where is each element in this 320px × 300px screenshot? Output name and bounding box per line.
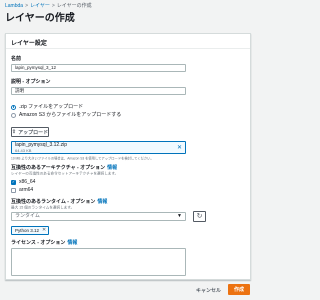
license-label-text: ライセンス - オプション [11, 240, 66, 246]
checkbox-x86-64-label: x86_64 [19, 179, 36, 185]
runtime-token: Python 3.12 ✕ [11, 226, 50, 235]
checkbox-unchecked-icon [11, 187, 16, 193]
breadcrumb: Lambda > レイヤー > レイヤーの作成 [5, 3, 92, 9]
runtime-token-label: Python 3.12 [15, 228, 40, 233]
breadcrumb-current: レイヤーの作成 [56, 3, 92, 9]
page-title: レイヤーの作成 [5, 13, 75, 24]
architectures-hint: レイヤーの互換性のある命令セットアーキテクチャを選択します。 [11, 171, 119, 176]
upload-icon: ⇪ [11, 129, 17, 135]
license-label: ライセンス - オプション 情報 [11, 240, 77, 246]
radio-zip-label: .zip ファイルをアップロード [19, 104, 84, 110]
radio-unselected-icon [11, 112, 16, 118]
upload-button-label: アップロード [18, 129, 49, 136]
radio-s3-label: Amazon S3 からファイルをアップロードする [19, 112, 122, 118]
checkbox-checked-icon: ✓ [11, 179, 16, 185]
layer-settings-panel: レイヤー設定 名前 lapin_pymysql_3_12 説明 - オプション … [5, 33, 251, 280]
panel-title: レイヤー設定 [6, 34, 250, 49]
breadcrumb-layers[interactable]: レイヤー [30, 3, 50, 9]
checkbox-x86-64[interactable]: ✓ x86_64 [11, 179, 35, 185]
breadcrumb-separator: > [51, 3, 55, 9]
cancel-button[interactable]: キャンセル [196, 288, 221, 294]
name-label: 名前 [11, 56, 22, 62]
license-info-link[interactable]: 情報 [67, 240, 77, 246]
checkbox-arm64[interactable]: arm64 [11, 187, 33, 193]
caret-down-icon: ▼ [177, 213, 182, 219]
description-input[interactable]: 説明 [11, 87, 186, 95]
file-size: 64.43 KB [15, 148, 32, 153]
radio-selected-icon [11, 104, 16, 110]
create-button[interactable]: 作成 [228, 284, 250, 295]
refresh-icon: ↻ [196, 213, 203, 220]
breadcrumb-separator: > [25, 3, 28, 9]
upload-button[interactable]: ⇪ アップロード [11, 127, 49, 137]
close-icon[interactable]: ✕ [177, 145, 182, 151]
radio-zip-upload[interactable]: .zip ファイルをアップロード [11, 104, 83, 110]
runtime-select[interactable]: ランタイム ▼ [11, 212, 186, 221]
breadcrumb-lambda[interactable]: Lambda [5, 3, 23, 9]
uploaded-file-card: lapin_pymysql_3.12.zip 64.43 KB ✕ [11, 141, 186, 154]
radio-s3-upload[interactable]: Amazon S3 からファイルをアップロードする [11, 112, 121, 118]
runtimes-hint: 最大 15 個のランタイムを選択します。 [11, 205, 75, 210]
description-label: 説明 - オプション [11, 79, 51, 85]
refresh-button[interactable]: ↻ [193, 211, 206, 222]
runtimes-info-link[interactable]: 情報 [97, 199, 107, 205]
runtime-select-placeholder: ランタイム [15, 213, 40, 219]
license-textarea[interactable] [11, 248, 186, 276]
close-icon[interactable]: ✕ [42, 227, 46, 234]
upload-hint: 10 MB より大きいファイルの場合は、Amazon S3 を使用してアップロー… [11, 156, 154, 161]
name-input[interactable]: lapin_pymysql_3_12 [11, 64, 186, 72]
checkbox-arm64-label: arm64 [19, 187, 34, 193]
